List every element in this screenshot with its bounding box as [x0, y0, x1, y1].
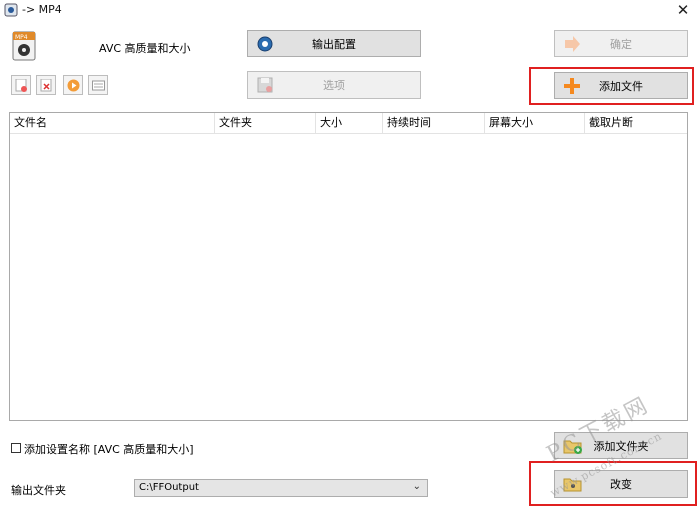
confirm-button[interactable]: 确定	[554, 30, 688, 57]
output-folder-label: 输出文件夹	[11, 484, 66, 497]
window-title: -> MP4	[22, 3, 62, 16]
svg-text:MP4: MP4	[15, 34, 28, 41]
clear-list-button[interactable]	[36, 75, 56, 95]
add-setting-name-checkbox[interactable]	[11, 443, 21, 453]
remove-file-button[interactable]	[11, 75, 31, 95]
format-label: AVC 高质量和大小	[99, 42, 191, 55]
column-screen-size[interactable]: 屏幕大小	[485, 113, 585, 133]
column-clip[interactable]: 截取片断	[585, 113, 687, 133]
chevron-down-icon: ⌄	[412, 481, 421, 492]
media-info-button[interactable]	[88, 75, 108, 95]
app-icon	[4, 3, 18, 17]
clear-list-icon	[40, 78, 53, 95]
file-list-header: 文件名 文件夹 大小 持续时间 屏幕大小 截取片断	[10, 113, 687, 134]
close-icon[interactable]: ✕	[673, 1, 693, 19]
output-config-button[interactable]: 输出配置	[247, 30, 421, 57]
column-folder[interactable]: 文件夹	[215, 113, 316, 133]
play-icon	[67, 79, 80, 95]
output-folder-select[interactable]: C:\FFOutput ⌄	[134, 479, 428, 497]
add-setting-name-label: 添加设置名称 [AVC 高质量和大小]	[24, 443, 194, 456]
media-info-icon	[92, 79, 105, 95]
output-config-label: 输出配置	[312, 37, 356, 51]
confirm-label: 确定	[610, 37, 632, 51]
file-list[interactable]: 文件名 文件夹 大小 持续时间 屏幕大小 截取片断	[9, 112, 688, 421]
add-file-label: 添加文件	[599, 79, 643, 93]
column-duration[interactable]: 持续时间	[383, 113, 485, 133]
remove-file-icon	[15, 78, 28, 95]
title-bar: -> MP4 ✕	[0, 0, 700, 20]
output-folder-value: C:\FFOutput	[139, 482, 199, 493]
column-filename[interactable]: 文件名	[10, 113, 215, 133]
options-label: 选项	[323, 79, 345, 92]
play-button[interactable]	[63, 75, 83, 95]
add-file-button[interactable]: 添加文件	[554, 72, 688, 99]
column-size[interactable]: 大小	[316, 113, 383, 133]
options-button[interactable]: 选项	[247, 71, 421, 99]
mp4-format-icon: MP4	[12, 31, 36, 61]
